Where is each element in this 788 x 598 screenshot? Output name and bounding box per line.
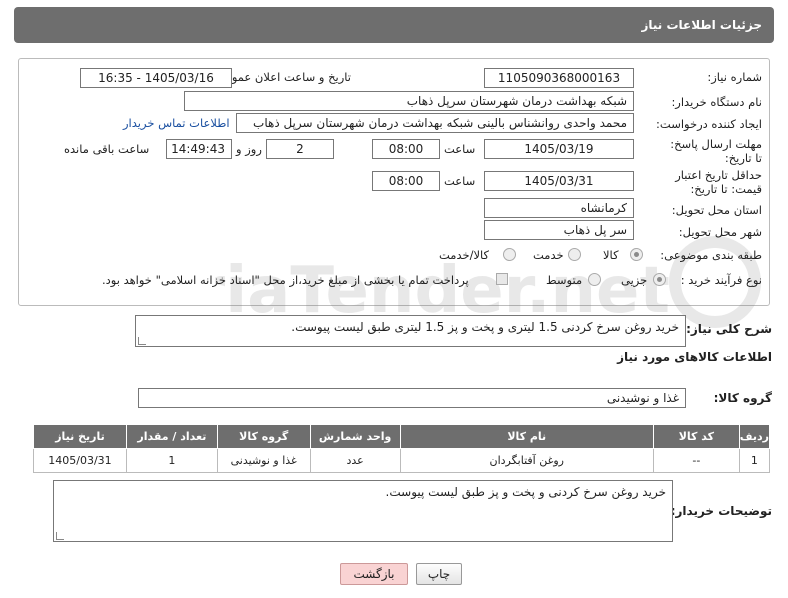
announce-field: 1405/03/16 - 16:35 — [80, 68, 232, 88]
category-radio-goods[interactable] — [630, 248, 643, 261]
validity-label: حداقل تاریخ اعتبار قیمت: تا تاریخ: — [675, 168, 762, 196]
validity-date-field: 1405/03/31 — [484, 171, 634, 191]
col-code: کد کالا — [652, 424, 740, 449]
category-option-goods-service: کالا/خدمت — [439, 248, 490, 262]
remaining-time-field: 14:49:43 — [166, 139, 232, 159]
deadline-time-label: ساعت — [444, 142, 476, 156]
resize-handle-icon[interactable] — [138, 337, 146, 345]
process-radio-minor[interactable] — [653, 273, 666, 286]
goods-group-label: گروه کالا: — [713, 391, 772, 405]
creator-field: محمد واحدی روانشناس بالینی شبکه بهداشت د… — [236, 113, 634, 133]
col-group: گروه کالا — [216, 424, 311, 449]
general-description-label: شرح کلی نیاز: — [686, 322, 772, 336]
process-option-minor: جزیی — [621, 273, 648, 287]
need-number-label: شماره نیاز: — [707, 70, 762, 84]
goods-group-field: غذا و نوشیدنی — [138, 388, 686, 408]
page-title: جزئیات اطلاعات نیاز — [14, 7, 774, 43]
general-description-field: خرید روغن سرخ کردنی 1.5 لیتری و پخت و پز… — [135, 315, 686, 347]
buyer-field: شبکه بهداشت درمان شهرستان سرپل ذهاب — [184, 91, 634, 111]
table-row: 1 -- روغن آفتابگردان عدد غذا و نوشیدنی 1… — [33, 448, 771, 473]
days-field: 2 — [266, 139, 334, 159]
category-option-service: خدمت — [533, 248, 564, 262]
buyer-notes-text: خرید روغن سرخ کردنی و پخت و پز طبق لیست … — [385, 485, 666, 499]
remaining-time-label: ساعت باقی مانده — [64, 142, 150, 156]
cell-need-date: 1405/03/31 — [33, 448, 127, 473]
category-option-goods: کالا — [603, 248, 619, 262]
category-label: طبقه بندی موضوعی: — [660, 248, 762, 262]
cell-group: غذا و نوشیدنی — [216, 448, 311, 473]
province-label: استان محل تحویل: — [671, 203, 762, 217]
deadline-label: مهلت ارسال پاسخ: تا تاریخ: — [670, 137, 762, 165]
creator-label: ایجاد کننده درخواست: — [656, 117, 762, 131]
cell-unit: عدد — [309, 448, 401, 473]
deadline-time-field: 08:00 — [372, 139, 440, 159]
need-number-field: 1105090368000163 — [484, 68, 634, 88]
cell-name: روغن آفتابگردان — [399, 448, 654, 473]
buyer-notes-label: توضیحات خریدار: — [670, 504, 772, 518]
process-option-medium: متوسط — [546, 273, 583, 287]
deadline-date-field: 1405/03/19 — [484, 139, 634, 159]
cell-code: -- — [652, 448, 740, 473]
cell-row: 1 — [738, 448, 771, 473]
col-row: ردیف — [738, 424, 771, 449]
general-description-text: خرید روغن سرخ کردنی 1.5 لیتری و پخت و پز… — [291, 320, 679, 334]
validity-time-label: ساعت — [444, 174, 476, 188]
city-field: سر پل ذهاب — [484, 220, 634, 240]
cell-quantity: 1 — [125, 448, 218, 473]
process-radio-medium[interactable] — [588, 273, 601, 286]
province-field: کرمانشاه — [484, 198, 634, 218]
city-label: شهر محل تحویل: — [678, 225, 762, 239]
buyer-notes-field: خرید روغن سرخ کردنی و پخت و پز طبق لیست … — [53, 480, 673, 542]
col-unit: واحد شمارش — [309, 424, 401, 449]
goods-table: ردیف کد کالا نام کالا واحد شمارش گروه کا… — [33, 424, 771, 473]
col-quantity: تعداد / مقدار — [125, 424, 218, 449]
process-label: نوع فرآیند خرید : — [680, 273, 762, 287]
col-need-date: تاریخ نیاز — [33, 424, 127, 449]
validity-time-field: 08:00 — [372, 171, 440, 191]
page: جزئیات اطلاعات نیاز AriaTender.net شماره… — [0, 0, 788, 598]
category-radio-goods-service[interactable] — [503, 248, 516, 261]
print-button[interactable]: چاپ — [416, 563, 462, 585]
goods-table-header: ردیف کد کالا نام کالا واحد شمارش گروه کا… — [33, 424, 771, 449]
treasury-payment-checkbox[interactable] — [496, 273, 508, 285]
resize-handle-icon[interactable] — [56, 532, 64, 540]
days-label: روز و — [236, 142, 262, 156]
back-button[interactable]: بازگشت — [340, 563, 408, 585]
treasury-payment-note: پرداخت تمام یا بخشی از مبلغ خرید،از محل … — [102, 273, 469, 287]
category-radio-service[interactable] — [568, 248, 581, 261]
buyer-contact-link[interactable]: اطلاعات تماس خریدار — [123, 116, 230, 130]
col-name: نام کالا — [399, 424, 654, 449]
announce-label: تاریخ و ساعت اعلان عمومی: — [212, 70, 351, 84]
buyer-label: نام دستگاه خریدار: — [671, 95, 762, 109]
goods-section-title: اطلاعات کالاهای مورد نیاز — [617, 350, 772, 364]
